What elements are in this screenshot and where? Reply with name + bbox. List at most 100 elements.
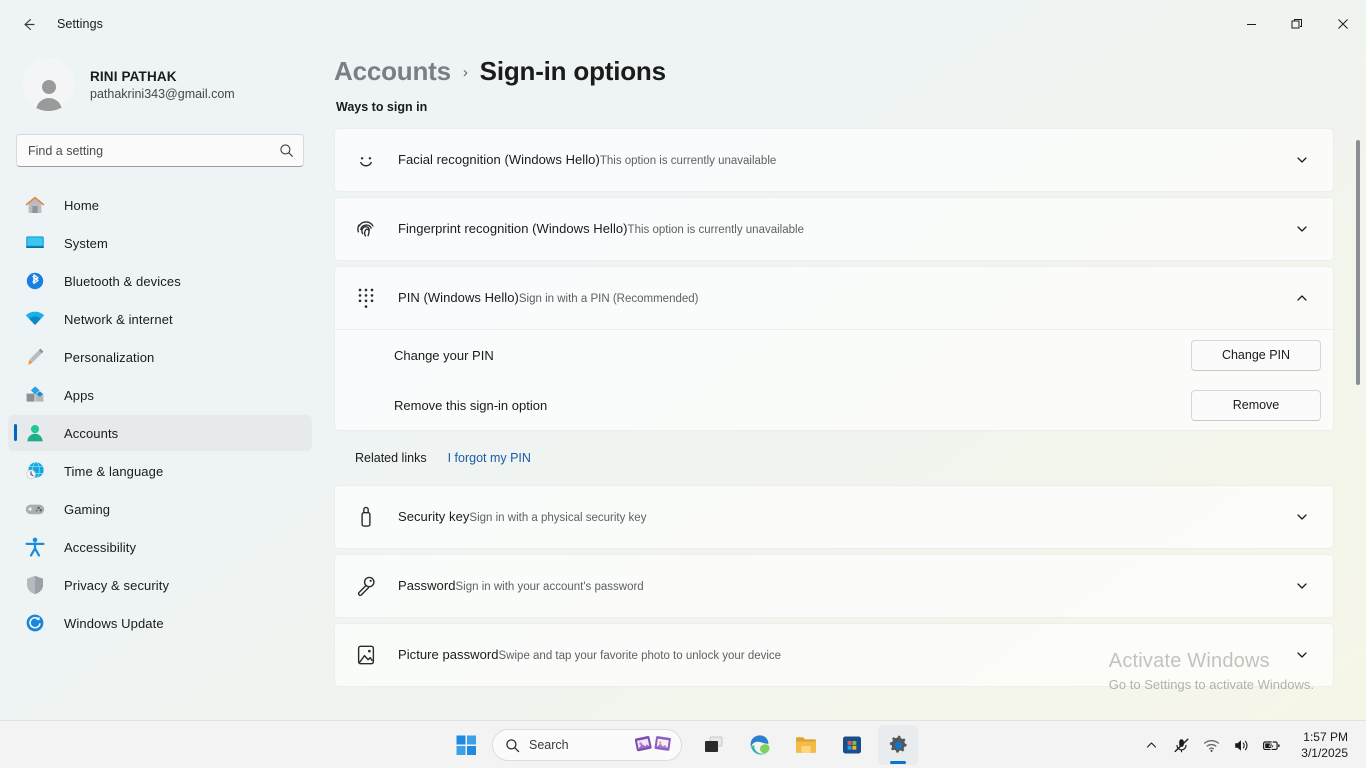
pin-keypad-icon xyxy=(351,283,381,313)
breadcrumb-parent-link[interactable]: Accounts xyxy=(334,56,451,87)
sidebar-item-system[interactable]: System xyxy=(8,225,312,261)
sign-in-option-title: PIN (Windows Hello) xyxy=(398,290,519,305)
sidebar-item-accounts[interactable]: Accounts xyxy=(8,415,312,451)
section-title: Ways to sign in xyxy=(336,100,428,114)
close-button[interactable] xyxy=(1320,0,1366,48)
sidebar-item-bluetooth-devices[interactable]: Bluetooth & devices xyxy=(8,263,312,299)
taskbar-search-label: Search xyxy=(529,738,569,752)
settings-window: Settings RINI PATHAK pathakrini343@gmail… xyxy=(0,0,1366,720)
account-block[interactable]: RINI PATHAK pathakrini343@gmail.com xyxy=(22,58,320,111)
search-input[interactable] xyxy=(16,134,304,167)
chevron-down-icon[interactable] xyxy=(1289,642,1315,668)
sidebar-item-label: Accessibility xyxy=(64,539,137,555)
forgot-pin-link[interactable]: I forgot my PIN xyxy=(448,451,531,465)
chevron-down-icon[interactable] xyxy=(1289,573,1315,599)
chevron-up-icon[interactable] xyxy=(1289,285,1315,311)
sign-in-option-header[interactable]: Picture passwordSwipe and tap your favor… xyxy=(335,624,1333,686)
settings-button[interactable] xyxy=(878,725,918,765)
sidebar-item-label: Home xyxy=(64,197,100,213)
home-icon xyxy=(25,196,45,213)
gaming-icon xyxy=(24,498,46,520)
sign-in-option-title: Facial recognition (Windows Hello) xyxy=(398,152,600,167)
window-title: Settings xyxy=(57,17,103,31)
sidebar: RINI PATHAK pathakrini343@gmail.com Home… xyxy=(0,48,320,720)
network-icon xyxy=(25,311,45,325)
show-hidden-icons-button[interactable] xyxy=(1137,728,1165,762)
picture-password-icon xyxy=(351,640,381,670)
minimize-icon xyxy=(1246,23,1256,25)
sidebar-item-apps[interactable]: Apps xyxy=(8,377,312,413)
related-links-label: Related links xyxy=(355,451,427,465)
search-button[interactable] xyxy=(275,139,298,162)
microphone-muted-button[interactable] xyxy=(1167,728,1195,762)
face-icon xyxy=(351,145,381,175)
sidebar-item-time-language[interactable]: Time & language xyxy=(8,453,312,489)
back-arrow-icon xyxy=(23,18,35,30)
remove-button[interactable]: Remove xyxy=(1191,389,1321,421)
sign-in-option-header[interactable]: PIN (Windows Hello)Sign in with a PIN (R… xyxy=(335,267,1333,329)
chevron-down-icon xyxy=(1297,652,1307,658)
chevron-down-icon xyxy=(1297,157,1307,163)
sign-in-option-header[interactable]: Security keySign in with a physical secu… xyxy=(335,486,1333,548)
usb-security-key-icon xyxy=(361,506,371,527)
restore-button[interactable] xyxy=(1274,0,1320,48)
change-pin-button[interactable]: Change PIN xyxy=(1191,339,1321,371)
picture-password-icon xyxy=(357,645,375,665)
sidebar-item-windows-update[interactable]: Windows Update xyxy=(8,605,312,641)
sidebar-item-personalization[interactable]: Personalization xyxy=(8,339,312,375)
windows-start-icon xyxy=(456,735,476,755)
chevron-down-icon[interactable] xyxy=(1289,147,1315,173)
taskbar-clock[interactable]: 1:57 PM 3/1/2025 xyxy=(1295,726,1354,764)
wifi-button[interactable] xyxy=(1197,728,1225,762)
sign-in-option-row-label: Change your PIN xyxy=(394,347,494,363)
back-button[interactable] xyxy=(8,8,48,40)
sidebar-item-network-internet[interactable]: Network & internet xyxy=(8,301,312,337)
sidebar-item-privacy-security[interactable]: Privacy & security xyxy=(8,567,312,603)
search-icon xyxy=(506,738,520,752)
scrollbar-thumb[interactable] xyxy=(1356,140,1360,385)
sign-in-option-body: Change your PIN Change PIN Remove this sig… xyxy=(335,329,1333,430)
microphone-muted-icon xyxy=(1174,738,1189,752)
start-button[interactable] xyxy=(446,725,486,765)
sign-in-option-card: Fingerprint recognition (Windows Hello)T… xyxy=(334,197,1334,261)
system-tray: 1:57 PM 3/1/2025 xyxy=(1137,721,1354,769)
sidebar-item-gaming[interactable]: Gaming xyxy=(8,491,312,527)
sidebar-item-label: Personalization xyxy=(64,349,155,365)
chevron-down-icon[interactable] xyxy=(1289,504,1315,530)
sign-in-option-row-label: Remove this sign-in option xyxy=(394,397,548,413)
search-icon xyxy=(280,144,293,157)
sign-in-options-list: Facial recognition (Windows Hello)This o… xyxy=(334,128,1334,687)
sign-in-option-header[interactable]: PasswordSign in with your account's pass… xyxy=(335,555,1333,617)
restore-icon xyxy=(1291,19,1302,29)
fingerprint-icon xyxy=(351,214,381,244)
sidebar-item-accessibility[interactable]: Accessibility xyxy=(8,529,312,565)
usb-security-key-icon xyxy=(351,502,381,532)
taskbar-search-box[interactable]: Search xyxy=(492,729,682,761)
volume-button[interactable] xyxy=(1227,728,1255,762)
content-scrollbar[interactable] xyxy=(1353,48,1363,720)
privacy-icon xyxy=(24,574,46,596)
taskbar-buttons: Search xyxy=(446,721,918,769)
microsoft-store-button[interactable] xyxy=(832,725,872,765)
sign-in-option-text: Picture passwordSwipe and tap your favor… xyxy=(398,646,1289,664)
chevron-up-icon xyxy=(1297,295,1307,301)
file-explorer-button[interactable] xyxy=(786,725,826,765)
battery-button[interactable] xyxy=(1257,728,1285,762)
chevron-down-icon xyxy=(1297,583,1307,589)
task-view-button[interactable] xyxy=(694,725,734,765)
sign-in-option-title: Picture password xyxy=(398,647,499,662)
sign-in-option-header[interactable]: Facial recognition (Windows Hello)This o… xyxy=(335,129,1333,191)
search-highlights-icon xyxy=(635,735,671,752)
chevron-down-icon[interactable] xyxy=(1289,216,1315,242)
sidebar-item-home[interactable]: Home xyxy=(8,187,312,223)
sidebar-item-label: Network & internet xyxy=(64,311,173,327)
account-name: RINI PATHAK xyxy=(90,68,177,84)
sign-in-option-title: Fingerprint recognition (Windows Hello) xyxy=(398,221,628,236)
chevron-down-icon xyxy=(1297,514,1307,520)
sign-in-option-header[interactable]: Fingerprint recognition (Windows Hello)T… xyxy=(335,198,1333,260)
breadcrumb: Accounts › Sign-in options xyxy=(334,56,1366,87)
sign-in-option-text: PasswordSign in with your account's pass… xyxy=(398,577,1289,595)
search-field-wrapper xyxy=(16,134,304,167)
edge-button[interactable] xyxy=(740,725,780,765)
minimize-button[interactable] xyxy=(1228,0,1274,48)
